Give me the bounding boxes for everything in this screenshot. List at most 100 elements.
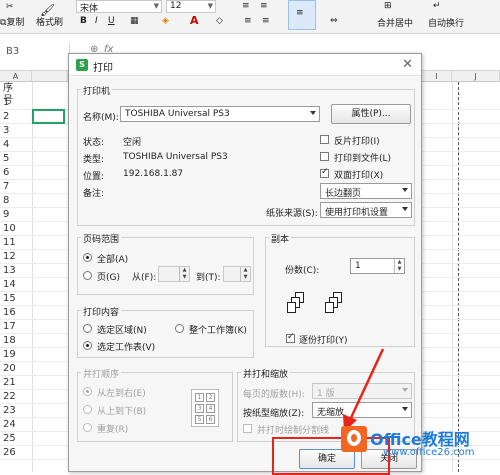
location-value: 192.168.1.87 (123, 169, 184, 179)
row-header[interactable]: 19 (0, 349, 20, 361)
name-box[interactable]: B3 (0, 43, 70, 61)
draw-lines-checkbox[interactable] (243, 424, 252, 433)
copies-count-input[interactable]: 1 ▲ ▼ (350, 258, 405, 274)
row-header[interactable]: 17 (0, 321, 20, 333)
status-value: 空闲 (123, 138, 142, 148)
order-left-right-label: 从左到右(E) (97, 389, 146, 399)
wps-logo-icon: S (76, 59, 88, 71)
printer-name-select[interactable]: TOSHIBA Universal PS3 (120, 106, 320, 122)
column-header-i[interactable]: I (422, 71, 452, 82)
underline-icon[interactable]: U (108, 16, 115, 26)
row-header[interactable]: 12 (0, 251, 20, 263)
align-right-icon[interactable]: ≡ (296, 8, 304, 18)
format-painter-button[interactable]: 格式刷 (36, 15, 63, 28)
spin-up-icon[interactable]: ▲ (179, 267, 189, 274)
row-header[interactable]: 9 (0, 209, 20, 221)
row-header[interactable]: 25 (0, 433, 20, 445)
row-header[interactable]: 26 (0, 447, 20, 459)
print-dialog: S 打印 ✕ 打印机 名称(M): TOSHIBA Universal PS3 … (68, 53, 422, 472)
row-header[interactable]: 6 (0, 167, 20, 179)
font-color-icon[interactable]: A (190, 14, 199, 27)
row-header[interactable]: 15 (0, 293, 20, 305)
selected-cell[interactable] (32, 109, 65, 124)
cell-a1[interactable]: 序号 (0, 83, 20, 107)
spin-down-icon[interactable]: ▼ (240, 274, 250, 281)
font-name-combo[interactable]: 宋体 ▼ (76, 0, 162, 14)
page-range-pages-radio[interactable] (83, 271, 92, 280)
duplex-checkbox[interactable] (320, 167, 329, 178)
row-header[interactable]: 5 (0, 153, 20, 165)
print-workbook-radio[interactable] (175, 324, 184, 333)
row-header[interactable]: 21 (0, 377, 20, 389)
page-from-label: 从(F): (132, 273, 157, 283)
properties-button[interactable]: 属性(P)... (331, 104, 411, 124)
order-top-bottom-radio[interactable] (83, 405, 92, 414)
row-header[interactable]: 7 (0, 181, 20, 193)
row-header[interactable]: 13 (0, 265, 20, 277)
collate-checkbox[interactable] (286, 332, 295, 343)
collate-label: 逐份打印(Y) (299, 336, 348, 346)
clear-format-icon[interactable]: ◇ (216, 16, 223, 26)
wrap-text-button[interactable]: 自动换行 (428, 16, 464, 29)
align-center-icon[interactable]: ≡ (262, 16, 270, 26)
row-header[interactable]: 18 (0, 335, 20, 347)
italic-icon[interactable]: I (95, 16, 98, 26)
merge-center-button[interactable]: 合并居中 (377, 16, 413, 29)
merge-center-icon[interactable]: ⊞ (384, 1, 392, 11)
type-value: TOSHIBA Universal PS3 (123, 152, 228, 162)
row-header[interactable]: 14 (0, 279, 20, 291)
align-left-icon[interactable]: ≡ (244, 16, 252, 26)
pages-per-sheet-select[interactable]: 1 版 (312, 383, 412, 399)
copy-button[interactable]: ⧉复制 (0, 15, 24, 28)
row-header[interactable]: 4 (0, 139, 20, 151)
print-selection-radio[interactable] (83, 324, 92, 333)
spin-down-icon[interactable]: ▼ (394, 266, 404, 273)
border-icon[interactable]: ▦ (130, 16, 139, 26)
ribbon-toolbar: ✂ ⧉复制 🖌 格式刷 宋体 ▼ 12 ▼ B I U ▦ ◈ A ◇ ≡ ≡ … (0, 0, 500, 34)
chevron-down-icon (402, 207, 408, 211)
row-header[interactable]: 8 (0, 195, 20, 207)
close-icon[interactable]: ✕ (402, 57, 413, 72)
row-header[interactable]: 10 (0, 223, 20, 235)
chevron-down-icon: ▼ (207, 2, 213, 10)
column-header-j[interactable]: J (452, 71, 500, 82)
align-top-icon[interactable]: ≡ (242, 1, 250, 11)
scale-select[interactable]: 无缩放 (312, 402, 412, 418)
order-left-right-radio[interactable] (83, 387, 92, 396)
row-header[interactable]: 16 (0, 307, 20, 319)
print-sheet-radio[interactable] (83, 341, 92, 350)
row-header[interactable]: 23 (0, 405, 20, 417)
print-selection-label: 选定区域(N) (97, 326, 147, 336)
order-preview-icon: 12 34 56 (191, 389, 219, 427)
column-header-a[interactable]: A (0, 71, 32, 82)
page-from-input[interactable]: ▲ ▼ (158, 266, 190, 282)
distribute-icon[interactable]: ⇔ (330, 16, 338, 26)
print-sheet-label: 选定工作表(V) (97, 343, 156, 353)
font-size-combo[interactable]: 12 ▼ (166, 0, 216, 13)
row-header[interactable]: 2 (0, 111, 20, 123)
wrap-text-icon[interactable]: ↵ (433, 1, 441, 11)
order-top-bottom-label: 从上到下(B) (97, 407, 147, 417)
row-header[interactable]: 24 (0, 419, 20, 431)
column-header-b[interactable] (32, 71, 68, 82)
spin-up-icon[interactable]: ▲ (394, 259, 404, 266)
page-to-input[interactable]: ▲ ▼ (223, 266, 251, 282)
scissors-icon[interactable]: ✂ (6, 2, 14, 12)
order-repeat-radio[interactable] (83, 423, 92, 432)
spin-down-icon[interactable]: ▼ (179, 274, 189, 281)
fill-color-icon[interactable]: ◈ (162, 16, 169, 26)
row-header[interactable]: 3 (0, 125, 20, 137)
chevron-down-icon (310, 111, 316, 115)
bold-icon[interactable]: B (80, 16, 87, 26)
paper-source-select[interactable]: 使用打印机设置 (320, 202, 412, 218)
align-middle-icon[interactable]: ≡ (260, 1, 268, 11)
row-header[interactable]: 20 (0, 363, 20, 375)
spin-up-icon[interactable]: ▲ (240, 267, 250, 274)
page-range-all-radio[interactable] (83, 253, 92, 262)
row-header[interactable]: 11 (0, 237, 20, 249)
print-to-file-checkbox[interactable] (320, 152, 329, 161)
page-range-all-label: 全部(A) (97, 255, 129, 265)
reverse-print-checkbox[interactable] (320, 135, 329, 144)
duplex-mode-select[interactable]: 长边翻页 (320, 183, 412, 199)
row-header[interactable]: 22 (0, 391, 20, 403)
